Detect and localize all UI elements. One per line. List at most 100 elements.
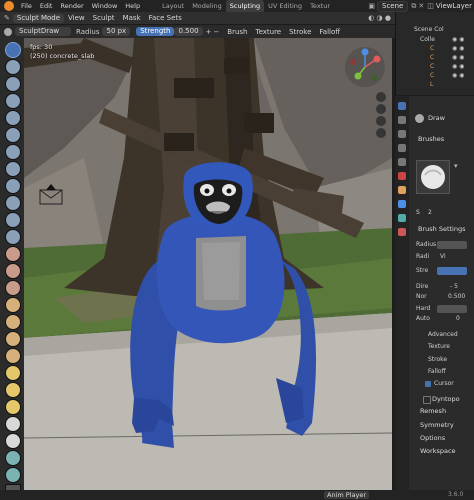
tab-texture[interactable]: Textur	[306, 0, 334, 12]
visibility-eye-icon[interactable]: ◉ ◉	[452, 63, 464, 70]
hardness-slider[interactable]	[437, 305, 467, 313]
view-layer-tab-icon[interactable]	[398, 144, 406, 152]
menu-file[interactable]: File	[17, 2, 36, 10]
3d-viewport[interactable]	[24, 38, 392, 490]
radius-field[interactable]: 50 px	[102, 27, 131, 36]
render-tab-icon[interactable]	[398, 116, 406, 124]
tool-tab-icon[interactable]	[398, 102, 406, 110]
elastic-deform-tool[interactable]	[5, 314, 21, 330]
rotate-tool[interactable]	[5, 399, 21, 415]
material-tab-icon[interactable]	[398, 228, 406, 236]
viewport-shading-icon[interactable]: ◐ ◑ ●	[368, 14, 391, 22]
cursor-checkbox[interactable]	[425, 381, 431, 387]
visibility-eye-icon[interactable]: ◉ ◉	[452, 72, 464, 79]
snake-hook-tool[interactable]	[5, 331, 21, 347]
brush-preview-thumbnail[interactable]	[416, 160, 450, 194]
outliner-row[interactable]: C	[430, 72, 434, 80]
auto-smooth-row-value[interactable]: 0	[456, 314, 468, 323]
scrape-tool[interactable]	[5, 246, 21, 262]
slide-relax-tool[interactable]	[5, 416, 21, 432]
menu-edit[interactable]: Edit	[36, 2, 57, 10]
outliner-row[interactable]: C	[430, 54, 434, 62]
menu-falloff[interactable]: Falloff	[315, 28, 344, 36]
tab-modeling[interactable]: Modeling	[188, 0, 226, 12]
crease-tool[interactable]	[5, 178, 21, 194]
smooth-tool[interactable]	[5, 195, 21, 211]
ortho-grid-icon[interactable]	[376, 128, 386, 138]
copy-icon[interactable]: ⧉	[411, 2, 416, 11]
clay-strips-tool[interactable]	[5, 93, 21, 109]
thumb-tool[interactable]	[5, 348, 21, 364]
dyntopo-checkbox[interactable]	[423, 396, 431, 404]
add-icon[interactable]: +	[206, 28, 212, 36]
outliner-row[interactable]: Colle	[420, 36, 435, 44]
tab-layout[interactable]: Layout	[158, 0, 188, 12]
pan-hand-icon[interactable]	[376, 104, 386, 114]
anim-player-label[interactable]: Anim Player	[324, 491, 369, 499]
zoom-icon[interactable]	[376, 92, 386, 102]
remesh-panel[interactable]: Remesh	[420, 406, 474, 416]
outliner-row[interactable]: C	[430, 63, 434, 71]
stroke-subsection[interactable]: Stroke	[428, 355, 474, 364]
brush-name-field[interactable]: SculptDraw	[15, 27, 71, 36]
menu-texture[interactable]: Texture	[251, 28, 285, 36]
menu-sculpt[interactable]: Sculpt	[89, 14, 119, 22]
mode-selector[interactable]: Sculpt Mode	[12, 13, 65, 23]
menu-brush[interactable]: Brush	[223, 28, 251, 36]
camera-icon[interactable]	[376, 116, 386, 126]
cursor-subsection[interactable]: Cursor	[434, 379, 474, 388]
multiplane-scrape-tool[interactable]	[5, 263, 21, 279]
options-panel[interactable]: Options	[420, 433, 474, 443]
strength-field[interactable]: 0.500	[174, 27, 203, 36]
brush-list-scroll-icon[interactable]: ▾	[454, 162, 458, 170]
scene-tab-icon[interactable]	[398, 158, 406, 166]
pinch-tool[interactable]	[5, 280, 21, 296]
simplify-tool[interactable]	[5, 467, 21, 483]
direction-row-value[interactable]: - 5	[450, 282, 470, 291]
view-layer-label[interactable]: ViewLayer	[436, 2, 472, 10]
draw-sharp-tool[interactable]	[5, 59, 21, 75]
inflate-tool[interactable]	[5, 144, 21, 160]
dyntopo-panel[interactable]: Dyntopo	[432, 394, 474, 404]
advanced-subsection[interactable]: Advanced	[428, 330, 474, 339]
cloth-tool[interactable]	[5, 450, 21, 466]
clay-thumb-tool[interactable]	[5, 110, 21, 126]
brush-settings-header[interactable]: Brush Settings	[418, 224, 474, 234]
blob-tool[interactable]	[5, 161, 21, 177]
scene-selector[interactable]: Scene	[377, 0, 409, 12]
symmetry-panel[interactable]: Symmetry	[420, 420, 474, 430]
strength-slider[interactable]	[437, 267, 467, 275]
menu-help[interactable]: Help	[121, 2, 144, 10]
visibility-eye-icon[interactable]: ◉ ◉	[452, 36, 464, 43]
object-tab-icon[interactable]	[398, 186, 406, 194]
strength-label[interactable]: Strength	[136, 27, 175, 36]
modifier-tab-icon[interactable]	[398, 200, 406, 208]
brush-users-count[interactable]: 2	[428, 208, 436, 217]
output-tab-icon[interactable]	[398, 130, 406, 138]
outliner-row[interactable]: L	[430, 81, 433, 89]
visibility-eye-icon[interactable]: ◉ ◉	[452, 54, 464, 61]
menu-stroke[interactable]: Stroke	[285, 28, 315, 36]
menu-view[interactable]: View	[64, 14, 89, 22]
world-tab-icon[interactable]	[398, 172, 406, 180]
fill-tool[interactable]	[5, 229, 21, 245]
visibility-eye-icon[interactable]: ◉ ◉	[452, 45, 464, 52]
physics-tab-icon[interactable]	[398, 214, 406, 222]
texture-subsection[interactable]: Texture	[428, 342, 474, 351]
close-icon[interactable]: ✕	[418, 2, 424, 10]
menu-mask[interactable]: Mask	[119, 14, 145, 22]
grab-tool[interactable]	[5, 297, 21, 313]
menu-render[interactable]: Render	[56, 2, 87, 10]
falloff-subsection[interactable]: Falloff	[428, 367, 474, 376]
draw-brush-tool[interactable]	[5, 42, 21, 58]
tab-uv-editing[interactable]: UV Editing	[264, 0, 306, 12]
boundary-tool[interactable]	[5, 433, 21, 449]
nudge-tool[interactable]	[5, 382, 21, 398]
blender-logo-icon[interactable]	[4, 1, 14, 11]
clay-tool[interactable]	[5, 76, 21, 92]
menu-window[interactable]: Window	[88, 2, 122, 10]
radius-unit-value[interactable]: Vi	[440, 252, 464, 261]
subtract-icon[interactable]: −	[213, 28, 219, 36]
menu-face-sets[interactable]: Face Sets	[145, 14, 186, 22]
flatten-tool[interactable]	[5, 212, 21, 228]
